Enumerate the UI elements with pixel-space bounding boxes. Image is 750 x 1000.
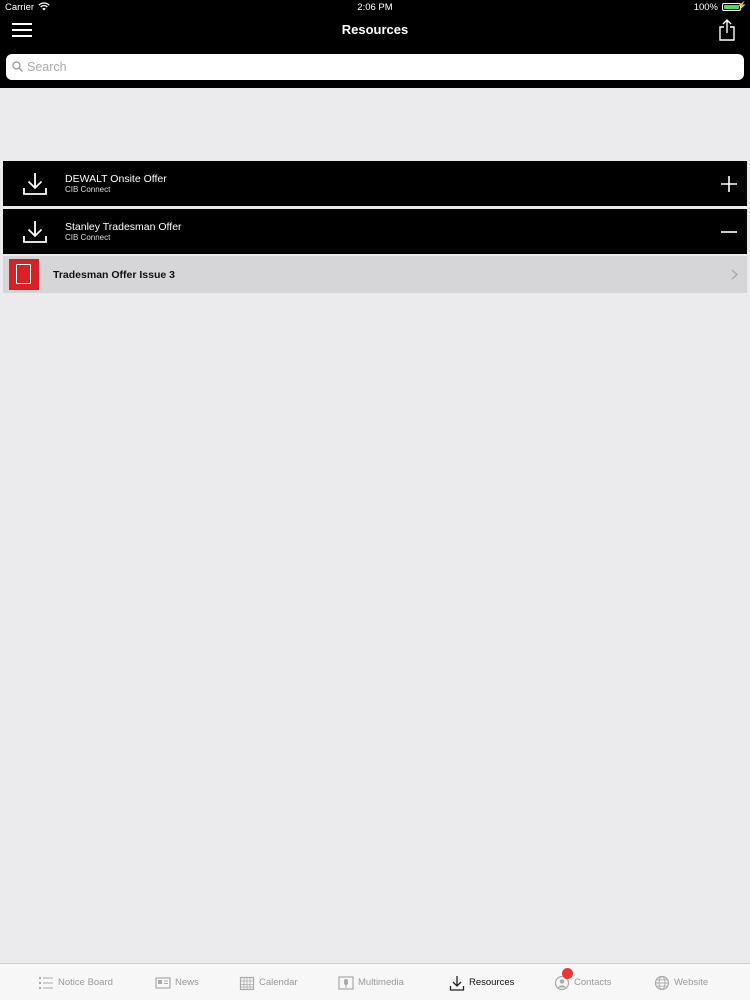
- tab-resources[interactable]: Resources: [449, 964, 514, 1000]
- tab-multimedia[interactable]: Multimedia: [338, 964, 404, 1000]
- search-icon: [12, 61, 23, 72]
- notification-badge: [562, 968, 573, 979]
- pdf-icon: [9, 259, 39, 290]
- globe-icon: [654, 975, 670, 990]
- tab-news[interactable]: News: [155, 964, 199, 1000]
- download-icon: [23, 173, 47, 195]
- share-icon[interactable]: [718, 19, 736, 41]
- charging-icon: ⚡: [737, 1, 747, 10]
- tab-notice-board[interactable]: Notice Board: [38, 964, 113, 1000]
- multimedia-icon: [338, 975, 354, 990]
- chevron-right-icon: [731, 269, 738, 280]
- clock: 2:06 PM: [357, 2, 393, 13]
- newspaper-icon: [155, 976, 171, 989]
- resource-title: DEWALT Onsite Offer: [65, 173, 167, 185]
- resource-row-stanley[interactable]: Stanley Tradesman Offer CIB Connect: [3, 209, 747, 254]
- search-bar: [6, 54, 744, 80]
- list-icon: [39, 976, 53, 989]
- plus-icon[interactable]: [720, 175, 738, 193]
- resource-subtitle: CIB Connect: [65, 185, 111, 194]
- battery-percent: 100%: [693, 2, 718, 13]
- search-input[interactable]: [27, 54, 727, 80]
- tab-calendar[interactable]: Calendar: [239, 964, 298, 1000]
- status-bar: Carrier 2:06 PM 100% ⚡: [0, 0, 750, 14]
- tab-bar: Notice Board News Calendar Multimedia Re…: [0, 963, 750, 1000]
- download-icon: [449, 975, 465, 991]
- document-title: Tradesman Offer Issue 3: [53, 269, 175, 281]
- tab-website[interactable]: Website: [654, 964, 708, 1000]
- resource-row-dewalt[interactable]: DEWALT Onsite Offer CIB Connect: [3, 161, 747, 206]
- download-icon: [23, 221, 47, 243]
- calendar-icon: [239, 976, 255, 990]
- document-row[interactable]: Tradesman Offer Issue 3: [3, 256, 747, 293]
- resource-title: Stanley Tradesman Offer: [65, 221, 182, 233]
- page-title: Resources: [341, 22, 409, 37]
- header: Carrier 2:06 PM 100% ⚡ Resources: [0, 0, 750, 88]
- resource-subtitle: CIB Connect: [65, 233, 111, 242]
- minus-icon[interactable]: [720, 223, 738, 241]
